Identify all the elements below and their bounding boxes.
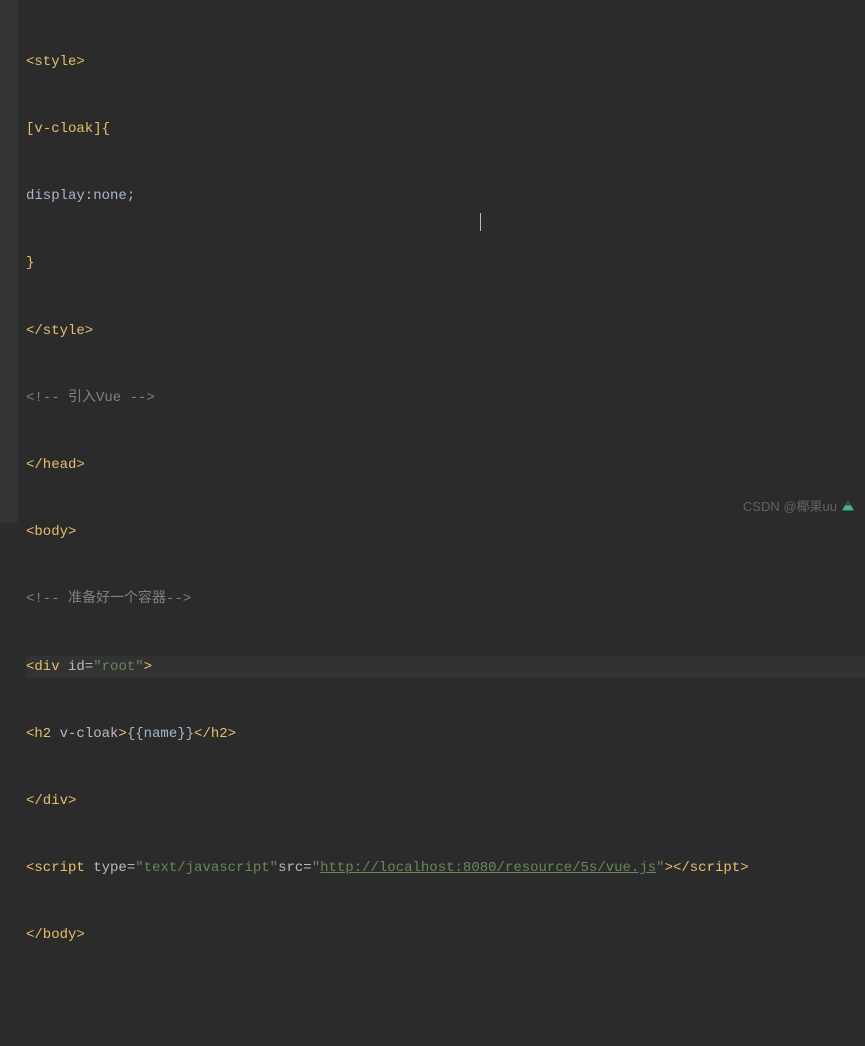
tag: > <box>118 723 126 745</box>
tag: </body> <box>26 924 85 946</box>
tag: <script <box>26 857 93 879</box>
tag: </h2> <box>194 723 236 745</box>
tag: <body> <box>26 521 76 543</box>
code-line: </style> <box>26 320 865 342</box>
code-editor[interactable]: <style> [v-cloak]{ display:none; } </sty… <box>0 0 865 523</box>
tag: </div> <box>26 790 76 812</box>
comment: <!-- 准备好一个容器--> <box>26 588 191 610</box>
code-line: <!-- 准备好一个容器--> <box>26 588 865 610</box>
vue-logo-icon <box>841 499 855 513</box>
attr-value: " <box>312 857 320 879</box>
attr: src <box>278 857 303 879</box>
code-line: </div> <box>26 790 865 812</box>
eq: = <box>127 857 135 879</box>
tag: <style> <box>26 51 85 73</box>
watermark-text: CSDN @椰果uu <box>743 496 837 515</box>
eq: = <box>85 656 93 678</box>
tag: > <box>144 656 152 678</box>
code-area[interactable]: <style> [v-cloak]{ display:none; } </sty… <box>18 0 865 523</box>
tag: </style> <box>26 320 93 342</box>
tag: <h2 <box>26 723 60 745</box>
tag: <div <box>26 656 68 678</box>
comment: <!-- 引入Vue --> <box>26 387 155 409</box>
code-line: </head> <box>26 454 865 476</box>
code-line: } <box>26 252 865 274</box>
attr-value: " <box>656 857 664 879</box>
code-line: <style> <box>26 51 865 73</box>
tag: > <box>740 857 748 879</box>
text-caret <box>480 213 481 231</box>
code-line: display:none; <box>26 185 865 207</box>
css-rule: display:none; <box>26 185 135 207</box>
eq: = <box>303 857 311 879</box>
code-line: <body> <box>26 521 865 543</box>
attr-value: "root" <box>93 656 143 678</box>
code-line-empty <box>26 992 865 1014</box>
tag: </head> <box>26 454 85 476</box>
attr: id <box>68 656 85 678</box>
mustache: {{name}} <box>127 723 194 745</box>
gutter <box>0 0 18 523</box>
code-line: <script type="text/javascript" src="http… <box>26 857 865 879</box>
code-line: <h2 v-cloak>{{name}}</h2> <box>26 723 865 745</box>
attr: v-cloak <box>60 723 119 745</box>
brace: } <box>26 252 34 274</box>
attr-value: "text/javascript" <box>135 857 278 879</box>
url-link[interactable]: http://localhost:8080/resource/5s/vue.js <box>320 857 656 879</box>
code-line: </body> <box>26 924 865 946</box>
code-line: [v-cloak]{ <box>26 118 865 140</box>
selector: [v-cloak]{ <box>26 118 110 140</box>
attr: type <box>93 857 127 879</box>
tag: ></ <box>665 857 690 879</box>
watermark: CSDN @椰果uu <box>743 496 855 515</box>
code-line-active: <div id="root"> <box>26 656 865 678</box>
code-line: <!-- 引入Vue --> <box>26 387 865 409</box>
tag: script <box>690 857 740 879</box>
